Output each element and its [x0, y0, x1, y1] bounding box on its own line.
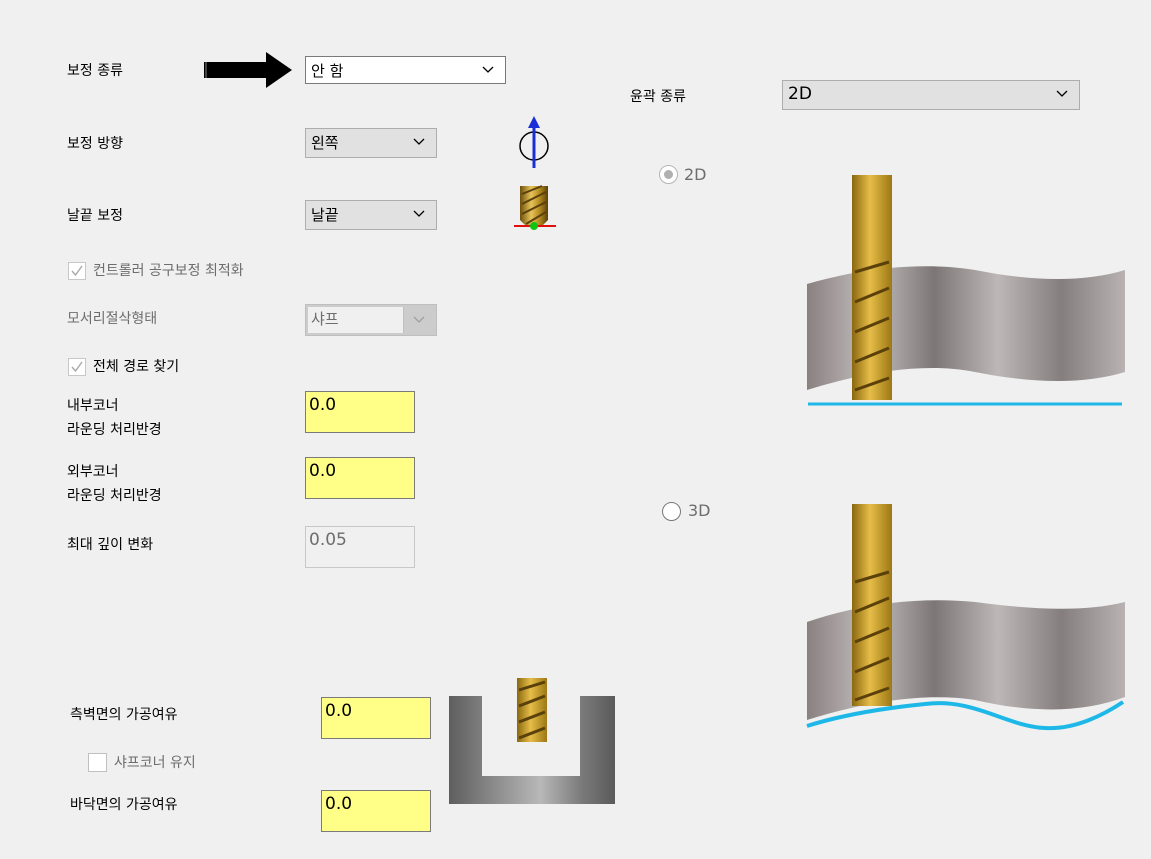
corner-type-select[interactable]: 샤프	[305, 304, 437, 336]
sharp-corner-checkbox[interactable]	[88, 753, 107, 772]
tool-tip-icon	[512, 184, 558, 236]
comp-direction-value: 왼쪽	[311, 134, 339, 152]
contour-type-value: 2D	[788, 84, 812, 104]
chevron-down-icon	[413, 316, 425, 323]
full-path-checkbox-label: 전체 경로 찾기	[93, 359, 180, 375]
comp-direction-label: 보정 방향	[67, 136, 123, 152]
radio-2d-label: 2D	[684, 165, 707, 184]
inner-corner-label-line2: 라운딩 처리반경	[67, 422, 162, 438]
floor-stock-label: 바닥면의 가공여유	[70, 797, 178, 813]
direction-arrow-icon	[516, 116, 552, 174]
inner-corner-value: 0.0	[309, 395, 337, 415]
pointer-arrow-icon	[200, 52, 292, 94]
chevron-down-icon	[413, 210, 425, 217]
contour-type-select[interactable]: 2D	[782, 80, 1080, 110]
optimize-checkbox-label: 컨트롤러 공구보정 최적화	[93, 263, 244, 279]
radio-3d-label: 3D	[688, 501, 711, 520]
tip-comp-select[interactable]: 날끝	[305, 200, 437, 230]
outer-corner-input[interactable]: 0.0	[305, 457, 415, 499]
max-depth-label: 최대 깊이 변화	[67, 537, 154, 553]
corner-type-label: 모서리절삭형태	[67, 311, 158, 327]
comp-direction-select[interactable]: 왼쪽	[305, 128, 437, 158]
contour-type-label: 윤곽 종류	[630, 89, 686, 105]
contour-2d-illustration	[805, 172, 1127, 412]
sharp-corner-label: 샤프코너 유지	[114, 755, 196, 771]
wall-stock-label: 측벽면의 가공여유	[70, 707, 178, 723]
max-depth-input[interactable]: 0.05	[305, 526, 415, 568]
full-path-checkbox[interactable]	[68, 358, 86, 376]
comp-type-label: 보정 종류	[67, 63, 123, 79]
comp-type-select[interactable]: 안 함	[305, 56, 506, 84]
outer-corner-label-line2: 라운딩 처리반경	[67, 488, 162, 504]
chevron-down-icon	[1056, 90, 1068, 97]
wall-stock-input[interactable]: 0.0	[321, 697, 431, 739]
floor-stock-input[interactable]: 0.0	[321, 790, 431, 832]
floor-stock-value: 0.0	[325, 794, 353, 814]
outer-corner-label-line1: 외부코너	[67, 464, 119, 480]
optimize-checkbox[interactable]	[68, 262, 86, 280]
tip-comp-value: 날끝	[311, 206, 339, 224]
comp-type-value: 안 함	[311, 62, 344, 80]
contour-3d-illustration	[805, 502, 1127, 738]
max-depth-value: 0.05	[309, 530, 347, 550]
radio-2d[interactable]	[659, 165, 678, 184]
wall-stock-value: 0.0	[325, 701, 353, 721]
chevron-down-icon	[482, 66, 494, 73]
corner-type-value: 샤프	[308, 307, 403, 333]
check-icon	[71, 361, 83, 373]
inner-corner-label-line1: 내부코너	[67, 398, 119, 414]
outer-corner-value: 0.0	[309, 461, 337, 481]
tip-comp-label: 날끝 보정	[67, 208, 123, 224]
check-icon	[71, 265, 83, 277]
inner-corner-input[interactable]: 0.0	[305, 391, 415, 433]
radio-3d[interactable]	[662, 502, 681, 521]
pocket-stock-illustration	[448, 676, 616, 810]
chevron-down-icon	[413, 138, 425, 145]
